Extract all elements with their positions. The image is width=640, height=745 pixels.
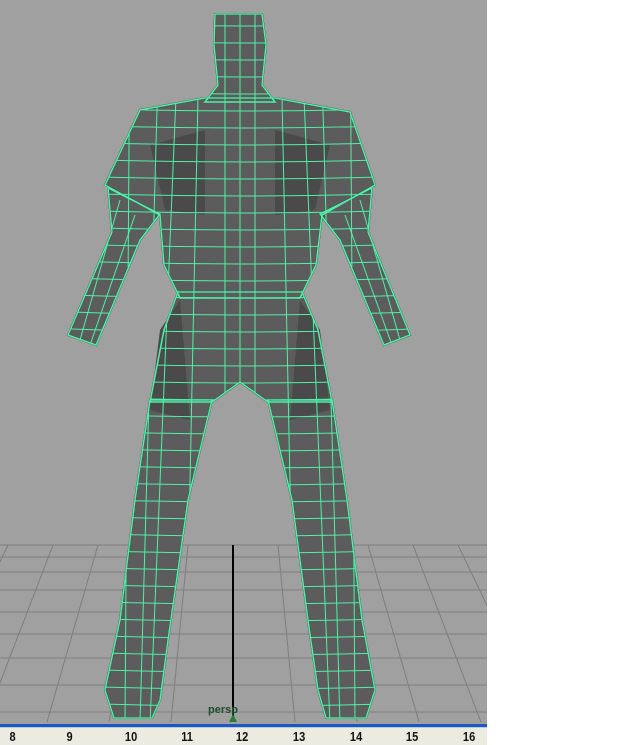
wire-edge [68,410,410,418]
time-tick: 8 [9,729,16,744]
ground-grid [0,544,487,723]
wire-edge [68,614,410,622]
time-tick: 13 [292,729,306,744]
wire-edge [68,648,410,656]
time-tick: 12 [235,729,249,744]
wire-edge [68,597,410,605]
time-tick: 9 [66,729,73,744]
time-tick: 15 [405,729,419,744]
time-tick: 14 [349,729,363,744]
wire-edge [68,682,410,690]
wire-edge [68,495,410,503]
wire-edge [68,427,410,435]
wire-edge [68,563,410,571]
wire-edge [68,444,410,452]
scene-canvas[interactable] [0,0,487,724]
wire-edge [68,665,410,673]
time-tick: 10 [124,729,138,744]
empty-area [487,0,640,744]
time-tick: 16 [462,729,476,744]
wire-edge [68,716,410,718]
time-slider[interactable]: 8 9 10 11 12 13 14 15 16 [0,727,487,745]
perspective-viewport[interactable]: persp [0,0,487,724]
wire-edge [68,580,410,588]
wire-edge [68,461,410,469]
wire-edge [68,393,410,401]
wire-edge [68,512,410,520]
wire-edge [68,529,410,537]
camera-label: persp [208,704,238,716]
wire-edge [68,478,410,486]
time-tick: 11 [181,729,193,744]
